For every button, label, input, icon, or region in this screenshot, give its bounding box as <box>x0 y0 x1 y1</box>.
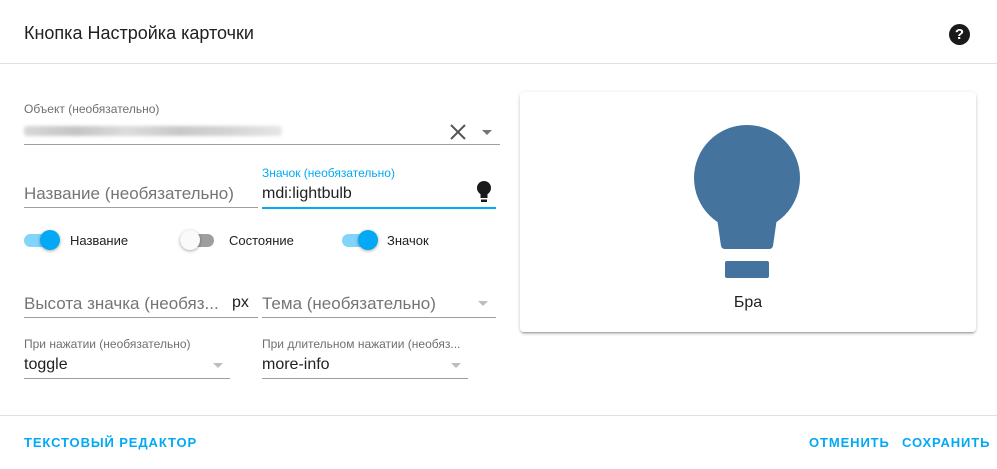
icon-label: Значок (необязательно) <box>262 166 395 180</box>
hold-action-value: more-info <box>262 356 330 373</box>
theme-underline <box>262 317 496 318</box>
theme-placeholder: Тема (необязательно) <box>262 294 436 313</box>
entity-underline <box>24 144 500 145</box>
show-icon-label: Значок <box>387 233 429 248</box>
hold-action-select[interactable]: При длительном нажатии (необяз... more-i… <box>262 337 468 379</box>
theme-select[interactable]: Тема (необязательно) <box>262 280 496 318</box>
tap-action-chevron-down-icon <box>213 363 223 368</box>
icon-underline <box>262 207 496 209</box>
name-placeholder: Название (необязательно) <box>24 184 234 203</box>
hold-action-chevron-down-icon <box>451 363 461 368</box>
tap-action-label: При нажатии (необязательно) <box>24 337 191 351</box>
show-state-label: Состояние <box>229 233 294 248</box>
icon-height-underline <box>24 317 258 318</box>
tap-action-value: toggle <box>24 356 68 373</box>
theme-chevron-down-icon <box>478 301 488 306</box>
icon-input[interactable]: Значок (необязательно) mdi:lightbulb <box>262 166 496 209</box>
icon-height-placeholder: Высота значка (необяз... <box>24 294 219 313</box>
card-config-dialog: Кнопка Настройка карточки ? Объект (необ… <box>0 0 997 469</box>
dialog-footer: Текстовый редактор Отменить Сохранить <box>0 415 997 469</box>
show-name-label: Название <box>70 233 129 248</box>
hold-action-underline <box>262 378 468 379</box>
entity-label: Объект (необязательно) <box>24 102 160 116</box>
show-name-toggle[interactable] <box>24 229 60 251</box>
preview-lightbulb-icon <box>694 125 800 278</box>
entity-blurred-value <box>24 126 282 136</box>
hold-action-label: При длительном нажатии (необяз... <box>262 337 461 351</box>
code-editor-button[interactable]: Текстовый редактор <box>24 435 197 450</box>
dialog-title: Кнопка Настройка карточки <box>24 23 254 43</box>
button-card-preview[interactable]: Бра <box>520 92 976 332</box>
entity-field[interactable]: Объект (необязательно) <box>24 102 500 145</box>
icon-height-suffix: px <box>232 294 249 311</box>
show-icon-toggle[interactable] <box>342 229 378 251</box>
icon-value: mdi:lightbulb <box>262 185 352 202</box>
dialog-header: Кнопка Настройка карточки ? <box>0 0 997 64</box>
name-input[interactable]: Название (необязательно) <box>24 170 258 208</box>
preview-entity-name: Бра <box>733 294 763 311</box>
show-state-toggle[interactable] <box>180 229 216 251</box>
tap-action-select[interactable]: При нажатии (необязательно) toggle <box>24 337 230 379</box>
save-button[interactable]: Сохранить <box>902 435 990 450</box>
help-icon[interactable]: ? <box>949 24 970 45</box>
entity-dropdown-chevron-down-icon[interactable] <box>482 130 492 135</box>
icon-height-input[interactable]: Высота значка (необяз... px <box>24 280 258 318</box>
clear-icon[interactable] <box>448 122 468 142</box>
tap-action-underline <box>24 378 230 379</box>
name-underline <box>24 207 258 208</box>
cancel-button[interactable]: Отменить <box>809 435 890 450</box>
lightbulb-icon <box>477 181 491 202</box>
